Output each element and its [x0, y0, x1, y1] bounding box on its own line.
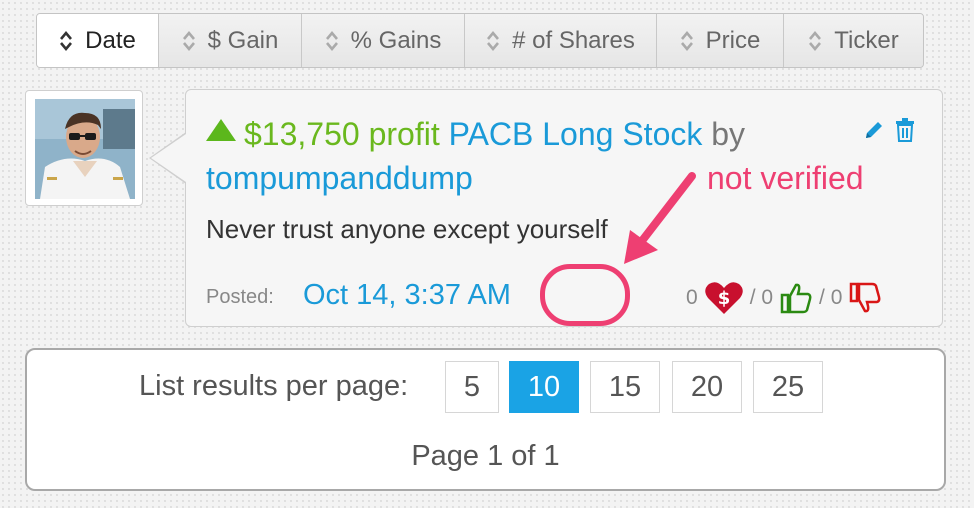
per-page-option-25[interactable]: 25 [753, 361, 823, 413]
thumbs-up-icon[interactable] [779, 281, 813, 315]
page-status: Page 1 of 1 [411, 440, 560, 472]
posted-date-link[interactable]: Oct 14, 3:37 AM [303, 279, 511, 312]
sort-tab-price[interactable]: Price [657, 14, 784, 67]
sort-tab-label: % Gains [350, 26, 442, 54]
bubble-pointer-fill [151, 134, 186, 182]
sort-tab-bar: Date $ Gain % Gains # of Shares Price Ti… [36, 13, 924, 68]
likes-count: / 0 [749, 286, 774, 309]
sort-tab-date[interactable]: Date [37, 14, 159, 67]
per-page-option-15[interactable]: 15 [590, 361, 660, 413]
trash-icon[interactable] [894, 118, 916, 142]
trade-link[interactable]: PACB Long Stock [449, 116, 703, 152]
results-per-page-label: List results per page: [139, 370, 409, 402]
annotation-label: not verified [707, 160, 864, 196]
sort-updown-icon [182, 30, 195, 51]
sort-tab-label: # of Shares [512, 26, 635, 54]
avatar[interactable] [25, 90, 143, 206]
sort-tab-label: $ Gain [207, 26, 279, 54]
dislikes-count: / 0 [819, 286, 843, 309]
posted-label: Posted: [206, 286, 274, 308]
by-text: by [711, 116, 746, 152]
thumbs-down-icon[interactable] [848, 281, 882, 315]
sort-tab-gain[interactable]: $ Gain [159, 14, 302, 67]
vote-counts: 0 $ / 0 / 0 [686, 281, 888, 315]
up-arrow-icon [206, 119, 236, 141]
sort-tab-ticker[interactable]: Ticker [784, 14, 923, 67]
sort-updown-icon [680, 30, 693, 51]
hearts-count: 0 [686, 286, 698, 309]
edit-icon[interactable] [862, 118, 886, 142]
per-page-option-10[interactable]: 10 [509, 361, 579, 413]
per-page-option-20[interactable]: 20 [672, 361, 742, 413]
user-photo [35, 99, 135, 199]
sort-updown-icon [325, 30, 338, 51]
sort-updown-icon [809, 30, 822, 51]
pagination-panel: List results per page: 5 10 15 20 25 Pag… [25, 348, 946, 491]
sort-updown-icon [60, 30, 73, 51]
annotation-arrow-icon [624, 172, 696, 264]
sort-updown-icon [487, 30, 500, 51]
username-link[interactable]: tompumpanddump [206, 160, 473, 196]
sort-tab-label: Date [85, 26, 136, 54]
sort-tab-label: Price [705, 26, 761, 54]
svg-text:$: $ [717, 288, 730, 309]
sort-tab-percent-gains[interactable]: % Gains [302, 14, 465, 67]
sort-tab-shares[interactable]: # of Shares [465, 14, 657, 67]
per-page-option-5[interactable]: 5 [445, 361, 499, 413]
profit-amount: $13,750 profit [244, 116, 440, 152]
sort-tab-label: Ticker [834, 26, 899, 54]
heart-dollar-icon[interactable]: $ [704, 281, 744, 315]
post-actions [862, 118, 916, 142]
annotation-circle [540, 264, 630, 326]
post-message: Never trust anyone except yourself [206, 214, 608, 244]
